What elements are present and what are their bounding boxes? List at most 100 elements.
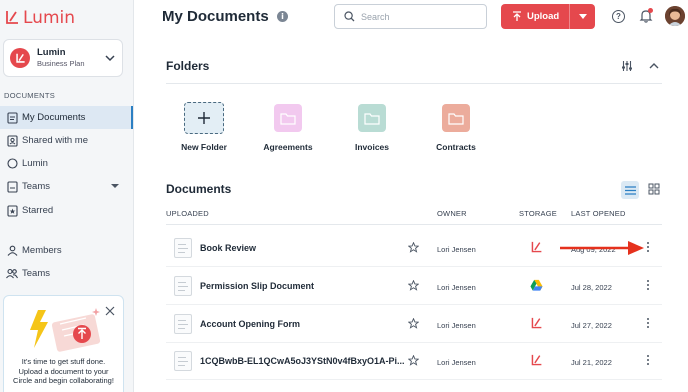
workspace-avatar (10, 48, 30, 68)
shared-icon (6, 134, 18, 147)
folder-agreements[interactable]: Agreements (253, 104, 323, 152)
table-row[interactable]: Permission Slip Document Lori Jensen Jul 2… (166, 267, 662, 305)
lumin-mark-icon (15, 53, 25, 63)
folder-new-folder[interactable]: New Folder (169, 102, 239, 152)
list-view-toggle[interactable] (621, 181, 639, 199)
star-icon[interactable] (408, 355, 419, 366)
chevron-down-icon (105, 55, 115, 62)
document-name[interactable]: Account Opening Form (200, 319, 300, 329)
red-arrow-annotation (560, 241, 644, 255)
document-thumbnail (174, 314, 192, 334)
sidebar-section-label: DOCUMENTS (4, 91, 56, 100)
document-name[interactable]: Permission Slip Document (200, 281, 314, 291)
more-options-icon[interactable] (646, 318, 650, 330)
search-icon (344, 11, 355, 22)
document-name[interactable]: 1CQBwbB-EL1QCwA5oJ3YStN0v4fBxyO1A-Pi... (200, 356, 405, 366)
upload-label: Upload (527, 11, 560, 22)
more-options-icon[interactable] (646, 242, 650, 254)
help-icon[interactable]: ? (612, 10, 625, 23)
column-header-uploaded[interactable]: UPLOADED (166, 209, 209, 218)
document-owner: Lori Jensen (437, 245, 476, 254)
lumin-storage-icon (531, 317, 542, 329)
document-owner: Lori Jensen (437, 358, 476, 367)
document-last-opened: Jul 27, 2022 (571, 321, 612, 330)
folder-icon (442, 104, 470, 132)
filter-icon[interactable] (621, 60, 633, 72)
search-box[interactable] (334, 4, 487, 29)
search-input[interactable] (361, 11, 471, 22)
star-folder-icon (6, 204, 18, 217)
caret-down-icon[interactable] (111, 184, 119, 188)
member-icon (6, 245, 18, 257)
new-folder-icon (184, 102, 224, 134)
upload-dropdown-toggle[interactable] (569, 4, 595, 29)
document-thumbnail (174, 351, 192, 371)
star-icon[interactable] (408, 280, 419, 291)
folder-contracts[interactable]: Contracts (421, 104, 491, 152)
lumin-storage-icon (531, 354, 542, 366)
table-row[interactable]: Account Opening Form Lori Jensen Jul 27, 2… (166, 305, 662, 343)
brand-name: Lumin (23, 8, 76, 28)
close-icon[interactable] (105, 306, 115, 316)
document-owner: Lori Jensen (437, 283, 476, 292)
column-header-last-opened[interactable]: LAST OPENED (571, 209, 626, 218)
lumin-logo[interactable]: Lumin (4, 8, 75, 28)
document-last-opened: Jul 28, 2022 (571, 283, 612, 292)
sidebar-item-my-documents[interactable]: My Documents (0, 106, 133, 129)
star-icon[interactable] (408, 242, 419, 253)
table-row[interactable]: 1CQBwbB-EL1QCwA5oJ3YStN0v4fBxyO1A-Pi... L… (166, 342, 662, 380)
document-name[interactable]: Book Review (200, 243, 256, 253)
sidebar-item-members[interactable]: Members (0, 239, 133, 262)
sidebar-item-label: Teams (22, 268, 50, 279)
upload-promo-card: It's time to get stuff done. Upload a do… (3, 295, 124, 392)
folder-invoices[interactable]: Invoices (337, 104, 407, 152)
sidebar-item-label: My Documents (22, 112, 86, 123)
user-avatar[interactable] (665, 6, 685, 26)
upload-icon (513, 11, 521, 21)
sidebar: Lumin Lumin Business Plan DOCUMENTS My D… (0, 0, 134, 392)
column-header-storage: STORAGE (519, 209, 557, 218)
folder-label: Agreements (263, 142, 313, 152)
workspace-name: Lumin (37, 46, 66, 58)
sidebar-item-label: Teams (22, 181, 50, 192)
folder-label: Invoices (354, 142, 390, 152)
document-owner: Lori Jensen (437, 321, 476, 330)
folder-icon (274, 104, 302, 132)
more-options-icon[interactable] (646, 355, 650, 367)
sidebar-item-label: Members (22, 245, 62, 256)
upload-button[interactable]: Upload (501, 4, 595, 29)
workspace-switcher[interactable]: Lumin Business Plan (3, 39, 123, 77)
document-thumbnail (174, 276, 192, 296)
sidebar-item-starred[interactable]: Starred (0, 199, 133, 222)
upload-main-button[interactable]: Upload (501, 11, 569, 22)
sidebar-item-teams[interactable]: Teams (0, 175, 133, 198)
circle-icon (6, 158, 18, 170)
chevron-up-icon[interactable] (648, 60, 660, 72)
caret-down-icon (578, 14, 587, 19)
documents-title: Documents (166, 182, 232, 196)
promo-illustration (30, 308, 101, 352)
sidebar-item-label: Starred (22, 205, 54, 216)
document-icon (6, 111, 18, 124)
grid-view-icon[interactable] (648, 183, 660, 195)
star-icon[interactable] (408, 318, 419, 329)
document-thumbnail (174, 238, 192, 258)
column-header-owner: OWNER (437, 209, 467, 218)
notification-badge (648, 8, 653, 13)
divider (166, 224, 662, 225)
sidebar-item-label: Shared with me (22, 135, 89, 146)
avatar-photo (665, 6, 685, 26)
folder-icon (358, 104, 386, 132)
promo-text: It's time to get stuff done. Upload a do… (13, 357, 114, 385)
folders-title: Folders (166, 59, 210, 73)
more-options-icon[interactable] (646, 280, 650, 292)
folder-label: New Folder (181, 142, 227, 152)
teams-icon (6, 268, 18, 280)
document-last-opened: Jul 21, 2022 (571, 358, 612, 367)
sidebar-item-shared-with-me[interactable]: Shared with me (0, 129, 133, 152)
sidebar-item-lumin[interactable]: Lumin (0, 152, 133, 175)
google-drive-icon (530, 279, 543, 291)
divider (166, 83, 662, 84)
info-icon[interactable]: i (277, 11, 288, 22)
sidebar-item-people-teams[interactable]: Teams (0, 262, 133, 285)
